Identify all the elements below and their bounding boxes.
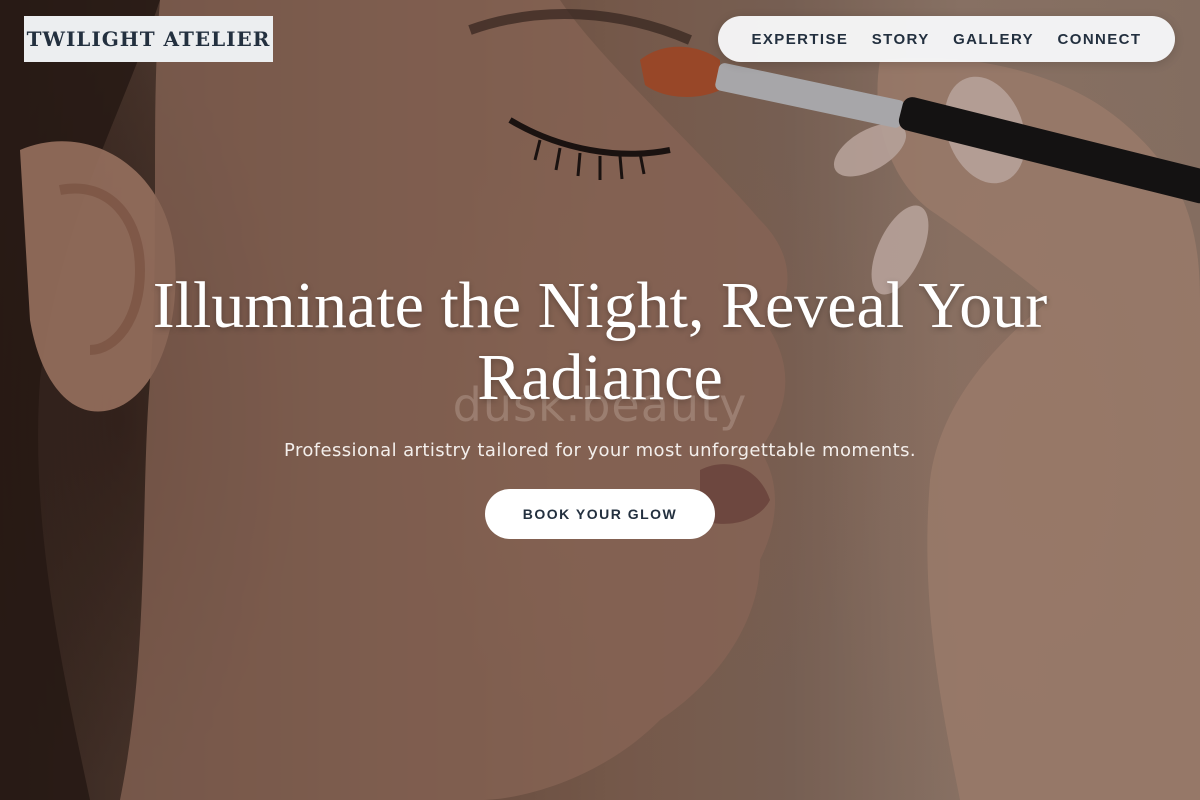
nav-item-expertise[interactable]: EXPERTISE bbox=[751, 31, 848, 48]
brand-name: TWILIGHT ATELIER bbox=[26, 27, 271, 51]
nav-item-connect[interactable]: CONNECT bbox=[1058, 31, 1142, 48]
nav-item-gallery[interactable]: GALLERY bbox=[953, 31, 1034, 48]
hero-subheadline: Professional artistry tailored for your … bbox=[284, 440, 916, 461]
book-your-glow-button[interactable]: BOOK YOUR GLOW bbox=[485, 489, 715, 539]
hero-section: TWILIGHT ATELIER EXPERTISE STORY GALLERY… bbox=[0, 0, 1200, 800]
nav-item-story[interactable]: STORY bbox=[872, 31, 930, 48]
hero-content: Illuminate the Night, Reveal Your Radian… bbox=[0, 270, 1200, 539]
brand-logo[interactable]: TWILIGHT ATELIER bbox=[24, 16, 273, 62]
hero-headline: Illuminate the Night, Reveal Your Radian… bbox=[152, 269, 1048, 414]
main-nav: EXPERTISE STORY GALLERY CONNECT bbox=[718, 16, 1175, 62]
